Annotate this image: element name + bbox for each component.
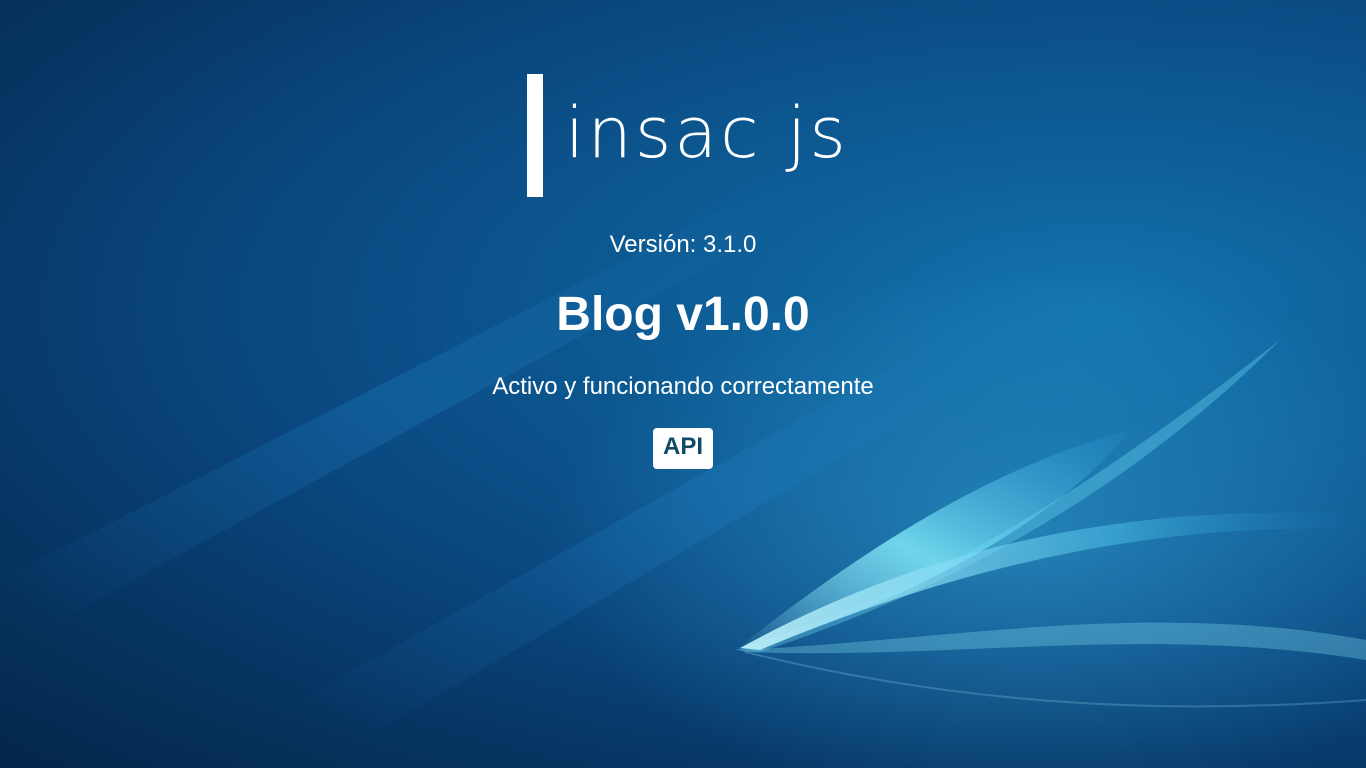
logo-text: insac js [565, 92, 849, 174]
status-text: Activo y funcionando correctamente [492, 373, 874, 400]
logo: insac js [527, 74, 857, 198]
logo-bar [527, 74, 543, 197]
page-title: Blog v1.0.0 [556, 288, 810, 341]
api-button[interactable]: API [653, 428, 713, 469]
version-text: Versión: 3.1.0 [609, 231, 757, 258]
